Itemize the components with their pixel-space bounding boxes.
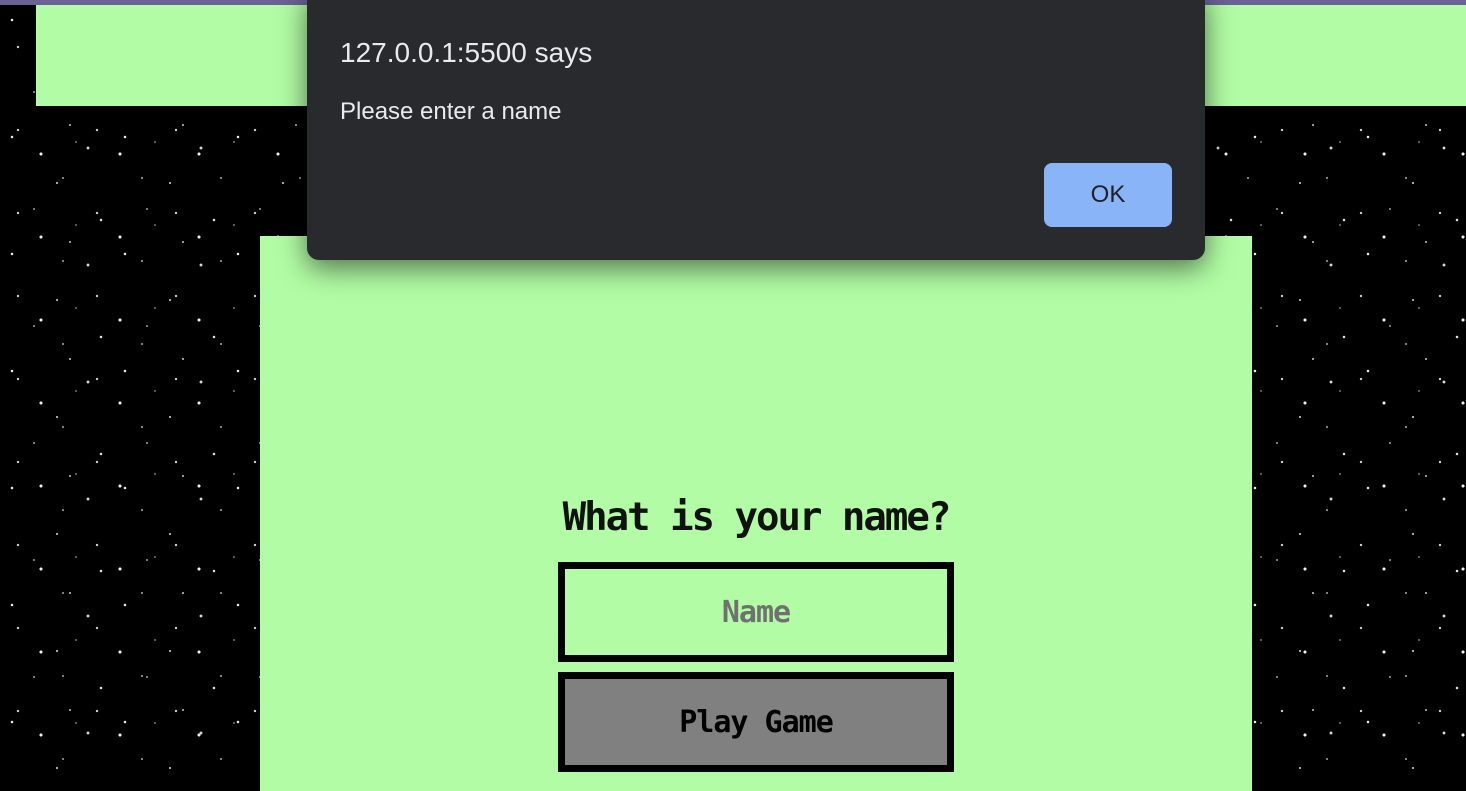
name-prompt-heading: What is your name? xyxy=(562,495,952,540)
main-panel: What is your name? Play Game xyxy=(260,236,1252,791)
play-game-button[interactable]: Play Game xyxy=(558,672,954,772)
alert-title: 127.0.0.1:5500 says xyxy=(340,37,593,68)
alert-dialog: 127.0.0.1:5500 says Please enter a name … xyxy=(307,0,1205,260)
name-input[interactable] xyxy=(558,562,954,662)
ok-button[interactable]: OK xyxy=(1044,163,1172,227)
alert-message: Please enter a name xyxy=(340,98,562,125)
